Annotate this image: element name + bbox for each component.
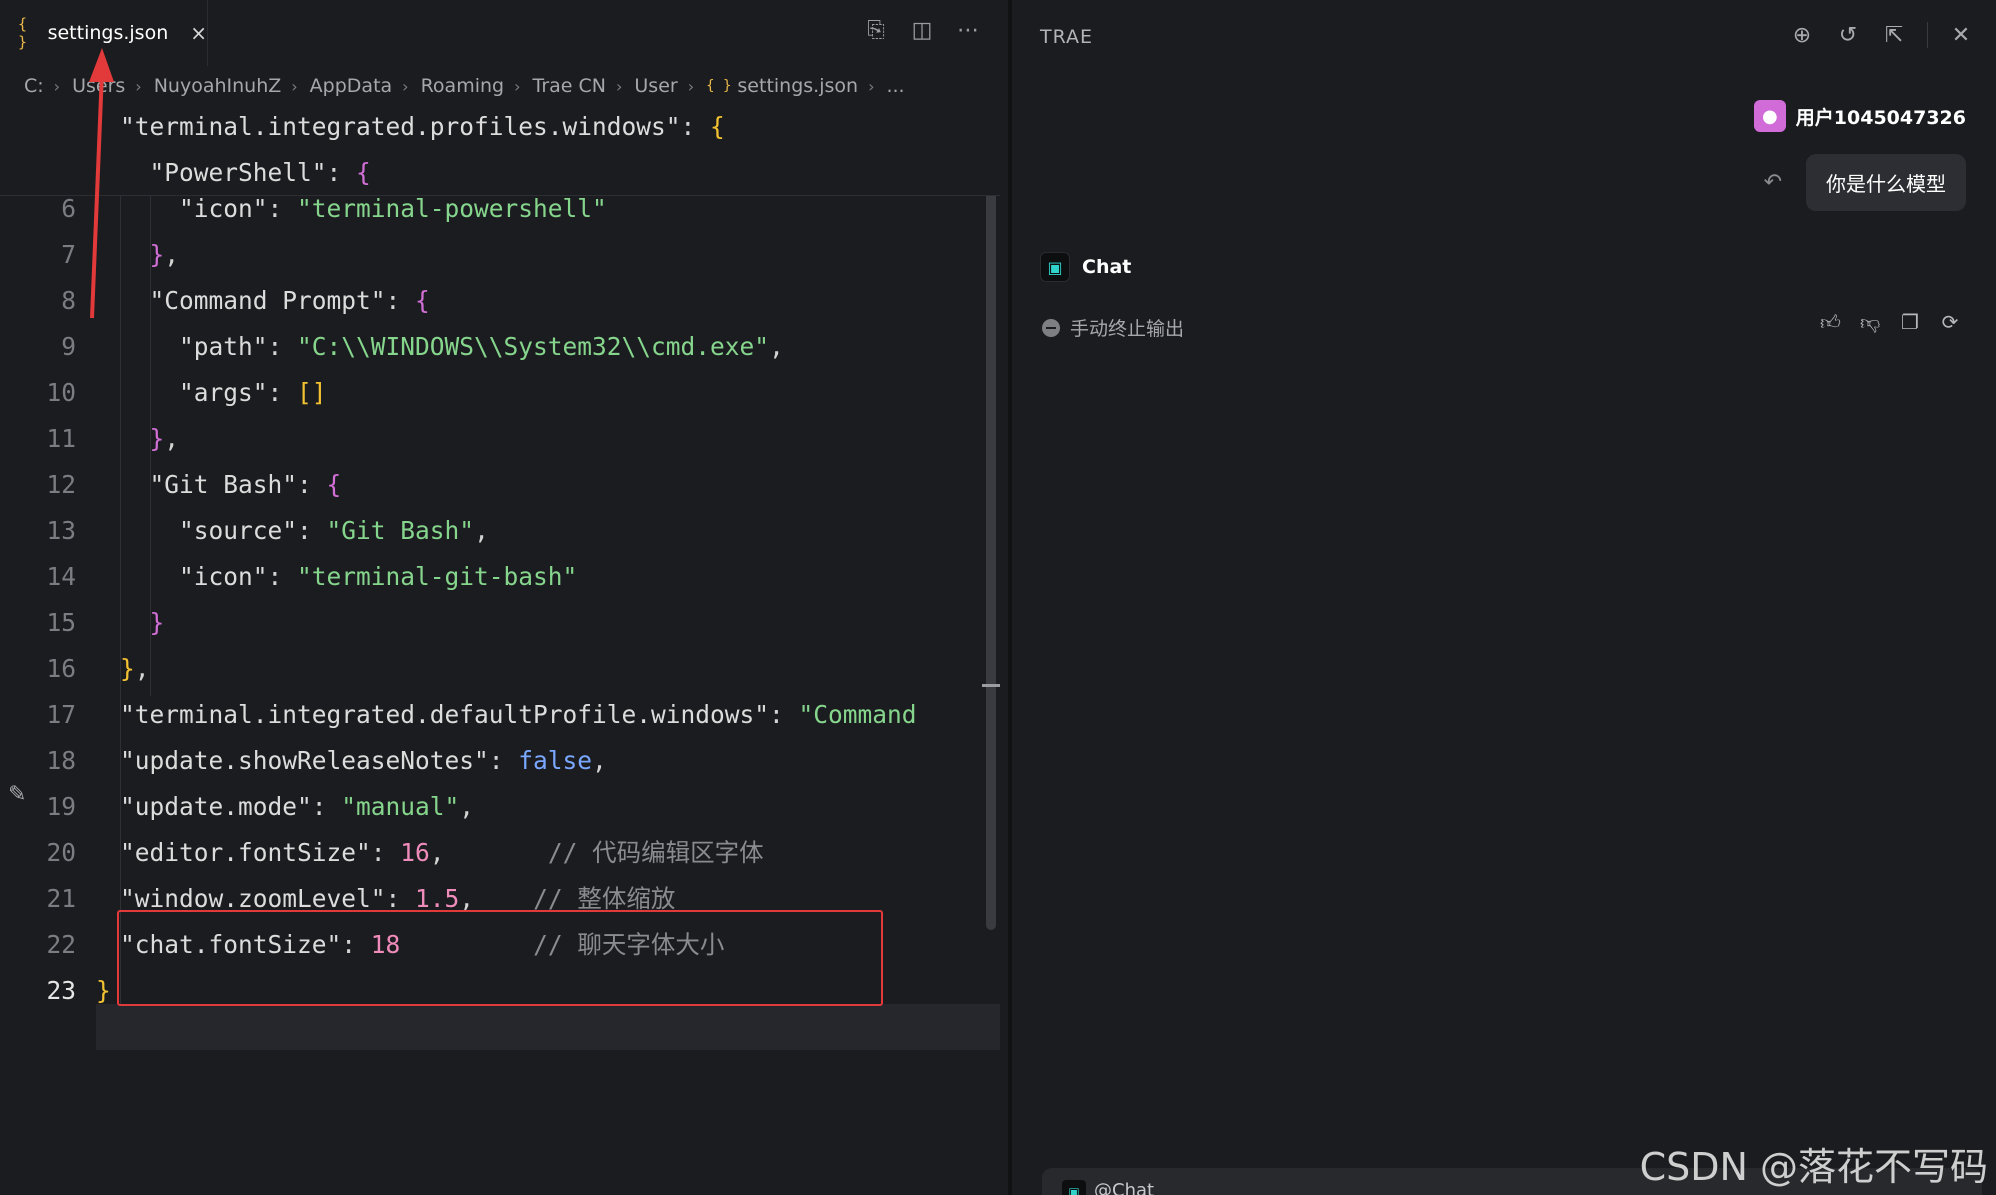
annotation-arrow-icon bbox=[89, 48, 114, 319]
line-text: "source": "Git Bash", bbox=[179, 516, 489, 545]
chevron-right-icon: › bbox=[291, 76, 298, 96]
code-line[interactable]: 17 "terminal.integrated.defaultProfile.wi… bbox=[0, 692, 1000, 738]
chevron-right-icon: › bbox=[514, 76, 521, 96]
toolbar-separator bbox=[1927, 22, 1928, 48]
thumbs-down-icon[interactable]: 👎︎ bbox=[1860, 310, 1880, 335]
line-number: 13 bbox=[46, 516, 76, 545]
code-line[interactable]: 10 "args": [] bbox=[0, 370, 1000, 416]
chat-panel-actions: ⊕ ↺ ⇱ ✕ bbox=[1789, 22, 1974, 48]
breadcrumb-item[interactable]: User bbox=[634, 75, 677, 97]
annotation-highlight-box bbox=[117, 910, 883, 1006]
line-number: 11 bbox=[46, 424, 76, 453]
editor-actions: ⎘ ◫ ⋯ bbox=[864, 18, 980, 43]
status-text: 手动终止输出 bbox=[1070, 318, 1185, 340]
line-text: } bbox=[96, 976, 111, 1005]
line-text: "terminal.integrated.profiles.windows": … bbox=[120, 112, 725, 141]
code-line[interactable]: 14 "icon": "terminal-git-bash" bbox=[0, 554, 1000, 600]
stopped-icon bbox=[1042, 318, 1060, 337]
regenerate-icon[interactable]: ⟳ bbox=[1940, 310, 1960, 335]
scrollbar-marker bbox=[982, 684, 1000, 687]
username: 用户1045047326 bbox=[1795, 106, 1966, 129]
line-text: "update.mode": "manual", bbox=[120, 792, 475, 821]
chevron-right-icon: › bbox=[687, 76, 695, 96]
more-actions-icon[interactable]: ⋯ bbox=[956, 18, 980, 43]
user-message-row: ↶ 你是什么模型 bbox=[1764, 154, 1966, 211]
line-number: 17 bbox=[46, 700, 76, 729]
vertical-scrollbar[interactable] bbox=[986, 170, 996, 930]
code-line[interactable]: 20 "editor.fontSize": 16, // 代码编辑区字体 bbox=[0, 830, 1000, 876]
user-header: ● 用户1045047326 bbox=[1753, 100, 1966, 132]
breadcrumb-item[interactable]: AppData bbox=[310, 75, 393, 97]
breadcrumb-item[interactable]: ... bbox=[886, 75, 904, 97]
copy-icon[interactable]: ❐ bbox=[1900, 310, 1920, 335]
line-number: 12 bbox=[46, 470, 76, 499]
bot-header: ▣ Chat bbox=[1040, 252, 1131, 282]
chat-bot-icon: ▣ bbox=[1062, 1180, 1086, 1195]
line-number: 22 bbox=[46, 930, 76, 959]
user-message-bubble[interactable]: 你是什么模型 bbox=[1806, 154, 1966, 211]
response-status: 手动终止输出 bbox=[1042, 314, 1184, 341]
code-line[interactable]: 18 "update.showReleaseNotes": false, bbox=[0, 738, 1000, 784]
chat-panel-title: TRAE bbox=[1040, 26, 1094, 48]
line-text: "icon": "terminal-git-bash" bbox=[179, 562, 578, 591]
code-line[interactable]: 15 } bbox=[0, 600, 1000, 646]
code-line[interactable]: 12 "Git Bash": { bbox=[0, 462, 1000, 508]
chevron-right-icon: › bbox=[615, 76, 623, 96]
breadcrumb-item[interactable]: Roaming bbox=[421, 75, 505, 97]
code-line[interactable]: 19 "update.mode": "manual", bbox=[0, 784, 1000, 830]
breadcrumb-item[interactable]: settings.json bbox=[737, 75, 858, 97]
line-text: "editor.fontSize": 16, // 代码编辑区字体 bbox=[120, 838, 764, 867]
line-text: "Git Bash": { bbox=[149, 470, 342, 499]
chat-bot-icon: ▣ bbox=[1040, 252, 1070, 282]
pencil-edit-icon: ✎ bbox=[8, 782, 27, 807]
line-number: 23 bbox=[46, 976, 76, 1005]
code-line[interactable]: 13 "source": "Git Bash", bbox=[0, 508, 1000, 554]
undo-icon[interactable]: ↶ bbox=[1764, 170, 1782, 195]
line-number: 18 bbox=[46, 746, 76, 775]
line-text: "path": "C:\\WINDOWS\\System32\\cmd.exe"… bbox=[179, 332, 784, 361]
line-text: }, bbox=[149, 424, 180, 453]
line-number: 14 bbox=[46, 562, 76, 591]
user-avatar-icon: ● bbox=[1753, 100, 1786, 132]
close-icon[interactable]: ✕ bbox=[1948, 23, 1974, 48]
bot-name: Chat bbox=[1082, 256, 1132, 278]
line-text: "terminal.integrated.defaultProfile.wind… bbox=[120, 700, 917, 729]
json-braces-icon: { } bbox=[706, 78, 732, 94]
pop-out-icon[interactable]: ⇱ bbox=[1881, 23, 1907, 48]
line-number: 16 bbox=[46, 654, 76, 683]
line-number: 20 bbox=[46, 838, 76, 867]
open-changes-icon[interactable]: ⎘ bbox=[864, 18, 888, 43]
thumbs-up-icon[interactable]: 👍︎ bbox=[1820, 310, 1841, 335]
split-editor-icon[interactable]: ◫ bbox=[910, 18, 934, 43]
new-chat-icon[interactable]: ⊕ bbox=[1789, 23, 1815, 48]
chevron-right-icon: › bbox=[868, 76, 875, 96]
line-text: }, bbox=[120, 654, 150, 683]
chevron-right-icon: › bbox=[402, 76, 409, 96]
history-icon[interactable]: ↺ bbox=[1835, 23, 1861, 48]
line-number: 21 bbox=[46, 884, 76, 913]
line-text: } bbox=[149, 608, 165, 637]
line-number: 10 bbox=[46, 378, 76, 407]
breadcrumb-item[interactable]: Trae CN bbox=[533, 75, 606, 97]
message-actions: 👍︎ 👎︎ ❐ ⟳ bbox=[1820, 310, 1960, 335]
code-line[interactable]: 16}, bbox=[0, 646, 1000, 692]
line-text: "update.showReleaseNotes": false, bbox=[120, 746, 607, 775]
line-number: 15 bbox=[46, 608, 76, 637]
line-text: "args": [] bbox=[179, 378, 327, 407]
chat-pane: TRAE ⊕ ↺ ⇱ ✕ ● 用户1045047326 ↶ 你是什么模型 ▣ C… bbox=[1012, 0, 1996, 1195]
code-line[interactable]: 11 }, bbox=[0, 416, 1000, 462]
composer-mention[interactable]: @Chat bbox=[1094, 1180, 1154, 1195]
watermark: CSDN @落花不写码 bbox=[1639, 1145, 1988, 1189]
